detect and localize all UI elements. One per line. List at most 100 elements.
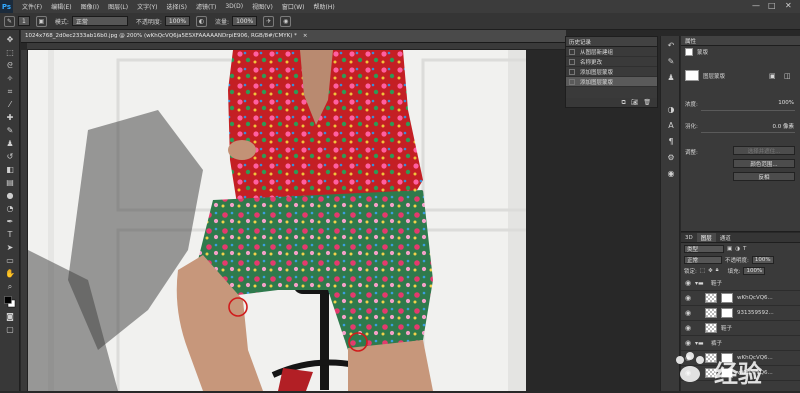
layer-filter-select[interactable]: 类型 bbox=[684, 244, 724, 253]
lasso-tool-icon[interactable]: ᘓ bbox=[4, 60, 16, 71]
brush-size-field[interactable]: 1 bbox=[18, 16, 30, 26]
layer-group-row[interactable]: ◉ ▾▬ 鞋子 bbox=[681, 276, 800, 291]
history-checkbox[interactable] bbox=[569, 49, 575, 55]
dodge-tool-icon[interactable]: ◔ bbox=[4, 203, 16, 214]
new-document-icon[interactable]: ⧉ bbox=[621, 99, 625, 107]
feather-slider[interactable] bbox=[701, 132, 795, 133]
menu-view[interactable]: 视图(V) bbox=[252, 2, 273, 11]
styles-dock-icon[interactable]: ◉ bbox=[665, 168, 677, 179]
move-tool-icon[interactable]: ✥ bbox=[4, 34, 16, 45]
color-swatches-icon[interactable] bbox=[4, 295, 16, 307]
type-tool-icon[interactable]: T bbox=[4, 229, 16, 240]
eraser-tool-icon[interactable]: ◧ bbox=[4, 164, 16, 175]
minimize-button[interactable]: — bbox=[752, 1, 760, 10]
quick-select-tool-icon[interactable]: ✧ bbox=[4, 73, 16, 84]
menu-filter[interactable]: 滤镜(T) bbox=[196, 2, 216, 11]
clone-source-dock-icon[interactable]: ♟ bbox=[665, 72, 677, 83]
menu-3d[interactable]: 3D(D) bbox=[225, 3, 243, 10]
layer-opacity-field[interactable]: 100% bbox=[751, 255, 774, 264]
history-item[interactable]: 名称更改 bbox=[566, 57, 657, 67]
vector-mask-icon[interactable]: ◫ bbox=[784, 72, 791, 80]
eyedropper-tool-icon[interactable]: ⁄ bbox=[4, 99, 16, 110]
menu-select[interactable]: 选择(S) bbox=[166, 2, 187, 11]
path-select-tool-icon[interactable]: ➤ bbox=[4, 242, 16, 253]
maximize-button[interactable]: □ bbox=[768, 1, 776, 10]
quick-mask-icon[interactable]: ◙ bbox=[4, 311, 16, 322]
visibility-eye-icon[interactable]: ◉ bbox=[685, 324, 691, 332]
history-tab[interactable]: 历史记录 bbox=[566, 37, 657, 47]
zoom-tool-icon[interactable]: ⌕ bbox=[4, 281, 16, 292]
gradient-tool-icon[interactable]: ▤ bbox=[4, 177, 16, 188]
history-item-selected[interactable]: 添加图层蒙版 bbox=[566, 77, 657, 87]
pixel-mask-icon[interactable]: ▣ bbox=[769, 72, 776, 80]
brush-panel-icon[interactable]: ▣ bbox=[35, 15, 47, 27]
canvas[interactable] bbox=[28, 50, 566, 391]
menu-window[interactable]: 窗口(W) bbox=[282, 2, 305, 11]
clone-stamp-tool-icon[interactable]: ♟ bbox=[4, 138, 16, 149]
lock-pixels-icon[interactable]: ⬚ bbox=[700, 268, 705, 274]
history-checkbox[interactable] bbox=[569, 69, 575, 75]
visibility-eye-icon[interactable]: ◉ bbox=[685, 294, 691, 302]
tool-presets-dock-icon[interactable]: ⚙ bbox=[665, 152, 677, 163]
tab-3d[interactable]: 3D bbox=[681, 233, 697, 242]
shape-tool-icon[interactable]: ▭ bbox=[4, 255, 16, 266]
history-checkbox[interactable] bbox=[569, 59, 575, 65]
visibility-eye-icon[interactable]: ◉ bbox=[685, 309, 691, 317]
screen-mode-icon[interactable]: ▢ bbox=[4, 324, 16, 335]
brush-tool-icon[interactable]: ✎ bbox=[4, 125, 16, 136]
healing-brush-tool-icon[interactable]: ✚ bbox=[4, 112, 16, 123]
density-value[interactable]: 100% bbox=[778, 100, 794, 106]
properties-tab[interactable]: 属性 bbox=[681, 36, 800, 46]
airbrush-icon[interactable]: ✈ bbox=[263, 15, 275, 27]
layer-row[interactable]: ◉ 931359592... bbox=[681, 306, 800, 321]
history-item[interactable]: 添加图层蒙版 bbox=[566, 67, 657, 77]
layer-mask-thumb[interactable] bbox=[685, 70, 699, 81]
close-button[interactable]: ✕ bbox=[785, 1, 792, 10]
document-tab[interactable]: 1024x768_2d0ec2333ab16b0.jpg @ 200% (wKh… bbox=[21, 30, 566, 43]
fill-field[interactable]: 100% bbox=[743, 266, 766, 275]
pressure-opacity-icon[interactable]: ◐ bbox=[196, 15, 208, 27]
flow-field[interactable]: 100% bbox=[232, 16, 258, 26]
trash-icon[interactable]: 🗑︎ bbox=[643, 99, 651, 106]
color-range-button[interactable]: 颜色范围... bbox=[733, 159, 795, 168]
invert-button[interactable]: 反相 bbox=[733, 172, 795, 181]
menu-file[interactable]: 文件(F) bbox=[22, 2, 42, 11]
brush-settings-dock-icon[interactable]: ✎ bbox=[665, 56, 677, 67]
opacity-field[interactable]: 100% bbox=[164, 16, 191, 26]
menu-help[interactable]: 帮助(H) bbox=[314, 2, 335, 11]
menu-image[interactable]: 图像(I) bbox=[81, 2, 99, 11]
menu-edit[interactable]: 编辑(E) bbox=[51, 2, 71, 11]
layer-mask-thumbnail[interactable] bbox=[721, 308, 733, 318]
paragraph-dock-icon[interactable]: ¶ bbox=[665, 136, 677, 147]
filter-type-icon[interactable]: T bbox=[743, 246, 746, 252]
character-dock-icon[interactable]: A bbox=[665, 120, 677, 131]
close-doc-icon[interactable]: × bbox=[303, 33, 308, 39]
menu-layer[interactable]: 图层(L) bbox=[108, 2, 128, 11]
history-item[interactable]: 从图层新建组 bbox=[566, 47, 657, 57]
layer-row[interactable]: ◉ 鞋子 bbox=[681, 321, 800, 336]
filter-pixel-icon[interactable]: ▣ bbox=[727, 246, 732, 252]
blur-tool-icon[interactable]: ● bbox=[4, 190, 16, 201]
marquee-tool-icon[interactable]: ⬚ bbox=[4, 47, 16, 58]
lock-all-icon[interactable]: 🔒︎ bbox=[716, 267, 719, 274]
feather-value[interactable]: 0.0 像素 bbox=[773, 122, 795, 130]
mode-select[interactable]: 正常 bbox=[71, 16, 128, 26]
layer-row[interactable]: ◉ wKhQcVQ6... bbox=[681, 291, 800, 306]
adjust-dock-icon[interactable]: ◑ bbox=[665, 104, 677, 115]
tab-layers[interactable]: 图层 bbox=[696, 233, 716, 242]
pressure-size-icon[interactable]: ◉ bbox=[280, 15, 292, 27]
snapshot-icon[interactable]: 📷︎ bbox=[631, 99, 639, 106]
history-dock-icon[interactable]: ↶ bbox=[665, 40, 677, 51]
blend-mode-select[interactable]: 正常 bbox=[684, 255, 722, 264]
layer-mask-thumbnail[interactable] bbox=[721, 293, 733, 303]
history-checkbox[interactable] bbox=[569, 79, 575, 85]
lock-position-icon[interactable]: ✥ bbox=[708, 268, 713, 274]
brush-preset-icon[interactable]: ✎ bbox=[4, 15, 15, 27]
filter-adjust-icon[interactable]: ◑ bbox=[735, 246, 740, 252]
crop-tool-icon[interactable]: ⌗ bbox=[4, 86, 16, 97]
pen-tool-icon[interactable]: ✒ bbox=[4, 216, 16, 227]
density-slider[interactable] bbox=[701, 110, 795, 111]
tab-channels[interactable]: 通道 bbox=[716, 233, 735, 242]
select-and-mask-button[interactable]: 选择并遮住... bbox=[733, 146, 795, 155]
history-brush-tool-icon[interactable]: ↺ bbox=[4, 151, 16, 162]
